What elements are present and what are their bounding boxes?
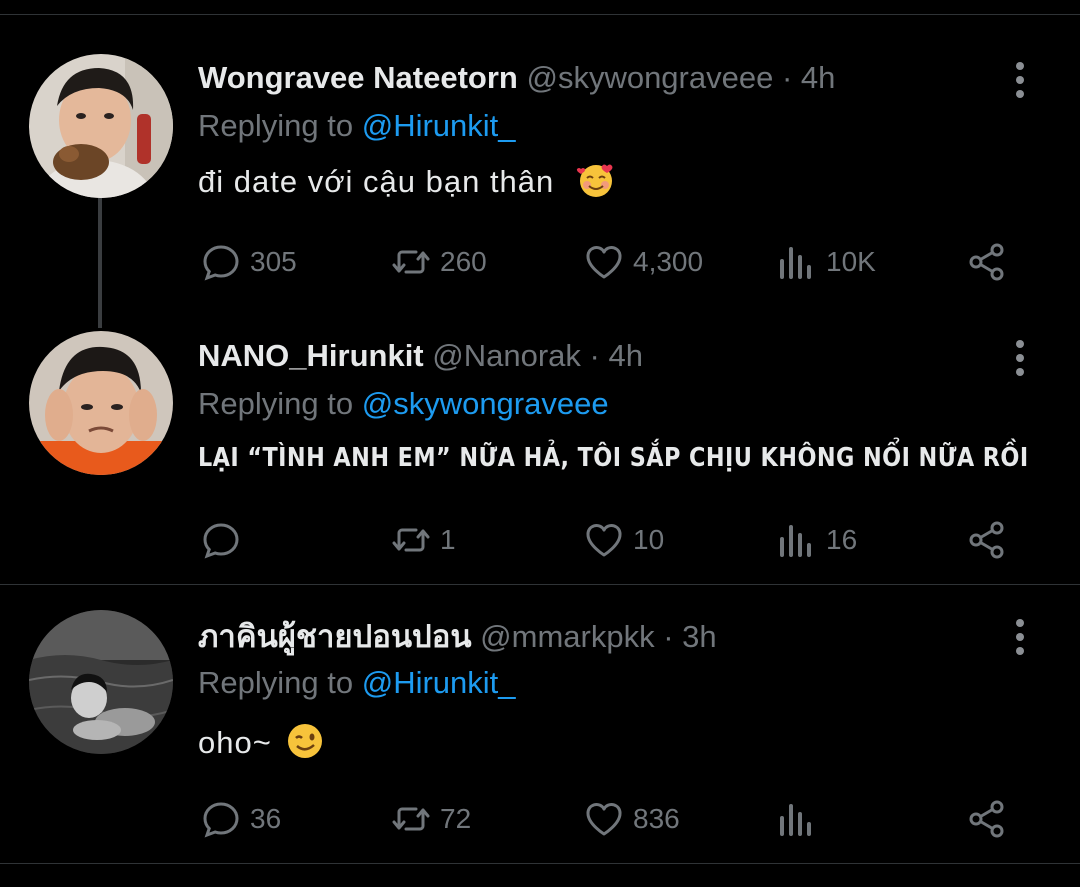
retweet-count: 72 — [440, 803, 472, 834]
user-handle[interactable]: @skywongraveee — [526, 60, 773, 95]
share-button[interactable] — [966, 237, 1016, 287]
retweet-count: 260 — [440, 246, 487, 277]
retweet-count: 1 — [440, 524, 456, 555]
share-icon — [969, 243, 1004, 281]
replying-prefix: Replying to — [198, 108, 354, 143]
views-count: 16 — [826, 524, 858, 555]
tweet-text: oho~ — [198, 721, 325, 763]
views-icon — [780, 804, 811, 836]
reply-count: 36 — [250, 803, 282, 834]
like-button[interactable]: 836 — [583, 794, 680, 844]
tweet-divider — [0, 863, 1080, 864]
timestamp[interactable]: 3h — [682, 619, 716, 654]
like-button[interactable]: 4,300 — [583, 237, 703, 287]
like-icon — [586, 245, 622, 279]
mention-link[interactable]: @Hirunkit_ — [362, 665, 516, 700]
tweet-header: ภาคินผู้ชายปอนปอน @mmarkpkk · 3h — [198, 617, 717, 657]
retweet-button[interactable]: 260 — [390, 237, 487, 287]
timestamp[interactable]: 4h — [801, 60, 835, 95]
like-icon — [586, 523, 622, 557]
reply-button[interactable]: 305 — [200, 237, 297, 287]
views-count: 10K — [826, 246, 876, 277]
reply-button[interactable]: 36 — [200, 794, 281, 844]
replying-to: Replying to @Hirunkit_ — [198, 663, 516, 703]
mention-link[interactable]: @Hirunkit_ — [362, 108, 516, 143]
avatar[interactable] — [29, 331, 173, 475]
views-button[interactable] — [776, 794, 826, 844]
share-button[interactable] — [966, 794, 1016, 844]
display-name[interactable]: ภาคินผู้ชายปอนปอน — [198, 619, 472, 654]
like-icon — [586, 802, 622, 836]
reply-button[interactable] — [200, 515, 250, 565]
tweet-text-content: đi date với cậu bạn thân — [198, 164, 555, 199]
tweet-divider — [0, 584, 1080, 585]
user-handle[interactable]: @mmarkpkk — [480, 619, 654, 654]
share-icon — [969, 521, 1004, 559]
display-name[interactable]: NANO_Hirunkit — [198, 338, 424, 373]
separator-dot: · — [589, 338, 600, 373]
like-count: 10 — [633, 524, 665, 555]
like-button[interactable]: 10 — [583, 515, 664, 565]
tweet-text-content: LẠI “TÌNH ANH EM” NỮA HẢ, TÔI SẮP CHỊU K… — [198, 443, 1029, 473]
replying-prefix: Replying to — [198, 665, 354, 700]
more-icon[interactable] — [1006, 617, 1034, 657]
reply-count: 305 — [250, 246, 297, 277]
more-icon[interactable] — [1006, 338, 1034, 378]
avatar-photo — [29, 610, 173, 754]
mention-link[interactable]: @skywongraveee — [362, 386, 609, 421]
replying-prefix: Replying to — [198, 386, 354, 421]
retweet-button[interactable]: 1 — [390, 515, 456, 565]
views-button[interactable]: 10K — [776, 237, 876, 287]
more-icon[interactable] — [1006, 60, 1034, 100]
top-divider — [0, 0, 1080, 15]
tweet-text: LẠI “TÌNH ANH EM” NỮA HẢ, TÔI SẮP CHỊU K… — [198, 438, 1029, 478]
avatar-photo — [29, 331, 173, 475]
retweet-icon — [392, 807, 430, 831]
reply-icon — [203, 245, 239, 281]
tweet-header: NANO_Hirunkit @Nanorak · 4h — [198, 336, 643, 376]
replying-to: Replying to @skywongraveee — [198, 384, 609, 424]
reply-icon — [203, 523, 239, 559]
retweet-button[interactable]: 72 — [390, 794, 471, 844]
action-bar: 36 72 836 — [0, 794, 1080, 844]
display-name[interactable]: Wongravee Nateetorn — [198, 60, 518, 95]
action-bar: 305 260 4,300 10K — [0, 237, 1080, 287]
like-count: 4,300 — [633, 246, 704, 277]
share-icon — [969, 800, 1004, 838]
views-icon — [780, 525, 811, 557]
avatar[interactable] — [29, 54, 173, 198]
separator-dot: · — [663, 619, 674, 654]
retweet-icon — [392, 250, 430, 274]
winking-face-icon — [288, 724, 323, 758]
reply-icon — [203, 802, 239, 838]
share-button[interactable] — [966, 515, 1016, 565]
separator-dot: · — [781, 60, 793, 95]
views-button[interactable]: 16 — [776, 515, 857, 565]
avatar[interactable] — [29, 610, 173, 754]
timestamp[interactable]: 4h — [609, 338, 643, 373]
replying-to: Replying to @Hirunkit_ — [198, 106, 516, 146]
user-handle[interactable]: @Nanorak — [432, 338, 581, 373]
tweet-header: Wongravee Nateetorn @skywongraveee · 4h — [198, 58, 835, 98]
tweet-text: đi date với cậu bạn thân — [198, 160, 616, 202]
avatar-photo — [29, 54, 173, 198]
action-bar: 1 10 16 — [0, 515, 1080, 565]
tweet-text-content: oho~ — [198, 725, 272, 760]
smiling-face-with-hearts-icon — [576, 164, 613, 197]
retweet-icon — [392, 528, 430, 552]
like-count: 836 — [633, 803, 680, 834]
views-icon — [780, 247, 811, 279]
